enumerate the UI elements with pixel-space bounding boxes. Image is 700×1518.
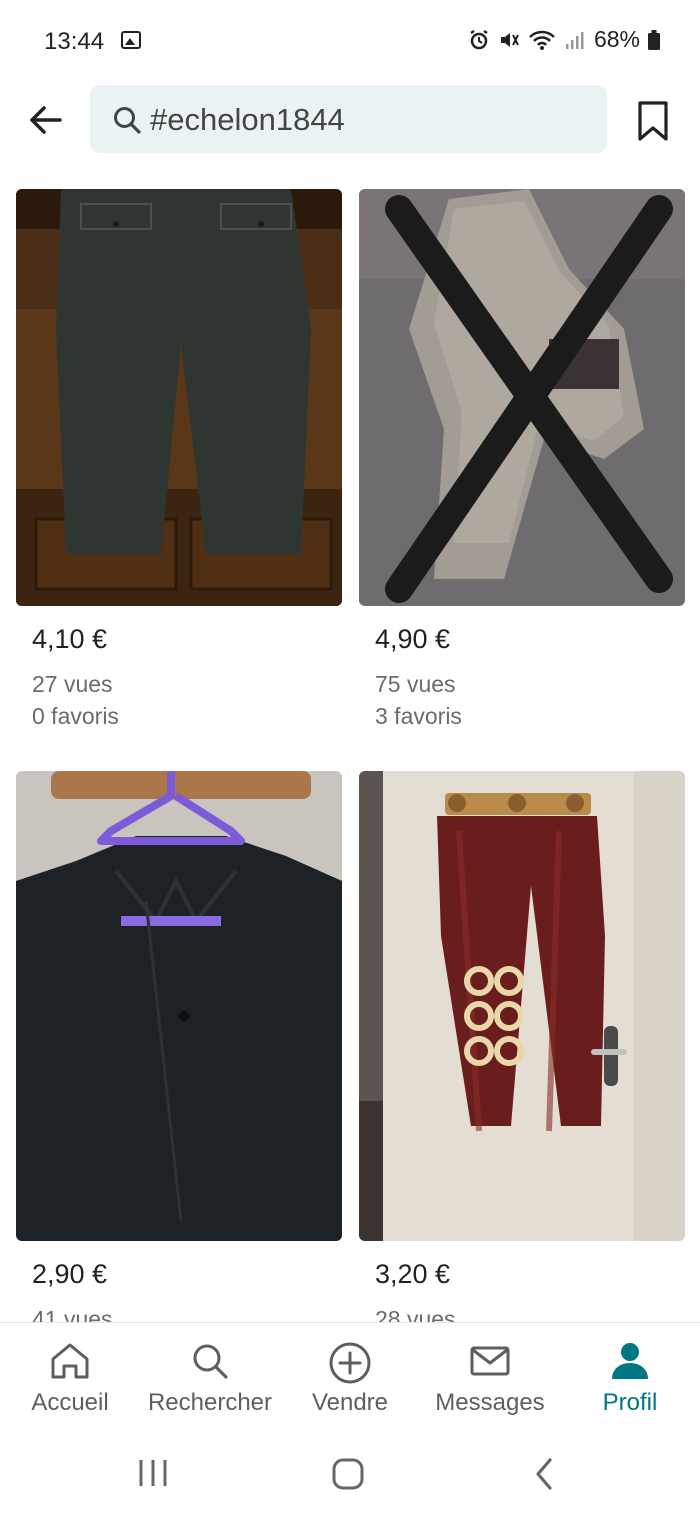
product-price: 3,20 € xyxy=(375,1259,451,1289)
bottom-navigation: Accueil Rechercher Vendre Messages Profi… xyxy=(0,1322,700,1432)
search-header xyxy=(0,80,700,160)
nav-label: Messages xyxy=(435,1389,545,1416)
person-icon xyxy=(612,1343,648,1379)
product-card[interactable]: 4,10 € 27 vues 0 favoris xyxy=(16,189,342,729)
signal-icon xyxy=(565,31,584,49)
back-button[interactable] xyxy=(26,100,66,140)
product-price: 4,90 € xyxy=(375,624,451,654)
product-price: 2,90 € xyxy=(32,1259,108,1289)
search-icon xyxy=(114,107,141,134)
product-card[interactable]: 3,20 € 28 vues xyxy=(359,771,685,1332)
product-views: 27 vues xyxy=(32,671,113,697)
bookmark-button[interactable] xyxy=(636,100,670,147)
product-image[interactable] xyxy=(359,189,685,606)
product-card[interactable]: 2,90 € 41 vues xyxy=(16,771,342,1332)
battery-icon xyxy=(648,29,660,50)
status-icons: 68% xyxy=(468,26,660,53)
nav-messages[interactable]: Messages xyxy=(420,1341,560,1417)
bookmark-icon xyxy=(638,101,668,141)
nav-profil[interactable]: Profil xyxy=(560,1341,700,1417)
mute-icon xyxy=(500,32,519,47)
nav-rechercher[interactable]: Rechercher xyxy=(140,1341,280,1417)
product-image[interactable] xyxy=(359,771,685,1241)
status-bar: 13:44 68% xyxy=(0,0,700,80)
system-navigation xyxy=(0,1432,700,1518)
product-image[interactable] xyxy=(16,189,342,606)
back-nav-button[interactable] xyxy=(530,1456,560,1492)
mail-icon xyxy=(470,1346,510,1376)
nav-vendre[interactable]: Vendre xyxy=(280,1341,420,1417)
product-card[interactable]: 4,90 € 75 vues 3 favoris xyxy=(359,189,685,729)
home-icon xyxy=(51,1343,89,1379)
recent-apps-button[interactable] xyxy=(136,1456,170,1490)
arrow-left-icon xyxy=(30,106,62,134)
nav-label: Rechercher xyxy=(147,1389,273,1416)
plus-circle-icon xyxy=(329,1342,371,1384)
nav-accueil[interactable]: Accueil xyxy=(0,1341,140,1417)
battery-percent: 68% xyxy=(593,26,640,52)
product-price: 4,10 € xyxy=(32,624,108,654)
product-image[interactable] xyxy=(16,771,342,1241)
nav-label: Vendre xyxy=(311,1389,389,1416)
image-notification-icon xyxy=(121,31,141,49)
search-input[interactable] xyxy=(150,102,590,138)
alarm-icon xyxy=(470,29,488,49)
home-button[interactable] xyxy=(330,1456,366,1492)
wifi-icon xyxy=(529,30,555,50)
product-favorites: 0 favoris xyxy=(32,703,119,729)
status-time: 13:44 xyxy=(44,28,105,55)
nav-label: Profil xyxy=(602,1389,658,1416)
nav-label: Accueil xyxy=(31,1389,109,1416)
search-icon xyxy=(193,1344,228,1379)
product-favorites: 3 favoris xyxy=(375,703,462,729)
search-bar[interactable] xyxy=(90,85,607,153)
product-views: 75 vues xyxy=(375,671,456,697)
